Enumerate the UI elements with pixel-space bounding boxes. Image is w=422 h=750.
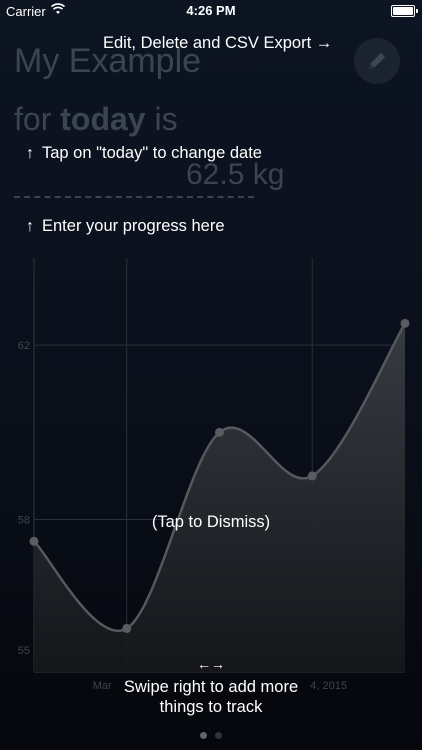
up-arrow-icon: ↑	[26, 218, 34, 235]
date-hint-text: Tap on "today" to change date	[42, 144, 262, 162]
y-tick-label: 62	[18, 340, 30, 352]
data-point	[215, 427, 224, 437]
date-line: for today is	[14, 101, 178, 138]
swipe-arrows-icon: ←→	[197, 656, 225, 672]
data-point	[29, 536, 39, 546]
status-time: 4:26 PM	[186, 3, 236, 18]
swipe-hint-line2: things to track	[159, 698, 263, 716]
page-control[interactable]	[0, 726, 422, 744]
progress-hint-text: Enter your progress here	[42, 217, 225, 235]
pencil-icon	[369, 53, 385, 69]
progress-hint: ↑ Enter your progress here	[26, 217, 225, 236]
battery-icon	[391, 5, 418, 17]
date-suffix: is	[154, 101, 178, 137]
date-hint: ↑ Tap on "today" to change date	[26, 144, 262, 163]
data-point	[122, 623, 132, 633]
up-arrow-icon: ↑	[26, 145, 34, 162]
date-prefix: for	[14, 101, 52, 137]
date-link[interactable]: today	[60, 101, 145, 137]
edit-hint: Edit, Delete and CSV Export →	[103, 34, 333, 52]
data-point	[307, 471, 317, 481]
swipe-hint: Swipe right to add more things to track	[0, 677, 422, 717]
progress-value-field[interactable]: 62.5 kg	[186, 158, 284, 192]
page-dot-active[interactable]	[200, 732, 207, 739]
page-dot[interactable]	[215, 732, 222, 739]
progress-chart: 625855Mar 4, 2015	[18, 258, 410, 692]
swipe-hint-line1: Swipe right to add more	[123, 678, 299, 696]
input-underline	[14, 196, 254, 198]
dismiss-hint[interactable]: (Tap to Dismiss)	[0, 513, 422, 532]
data-point	[400, 318, 410, 328]
status-bar: Carrier 4:26 PM	[0, 0, 422, 22]
edit-button[interactable]	[354, 38, 400, 84]
chart-area-fill	[34, 323, 405, 672]
